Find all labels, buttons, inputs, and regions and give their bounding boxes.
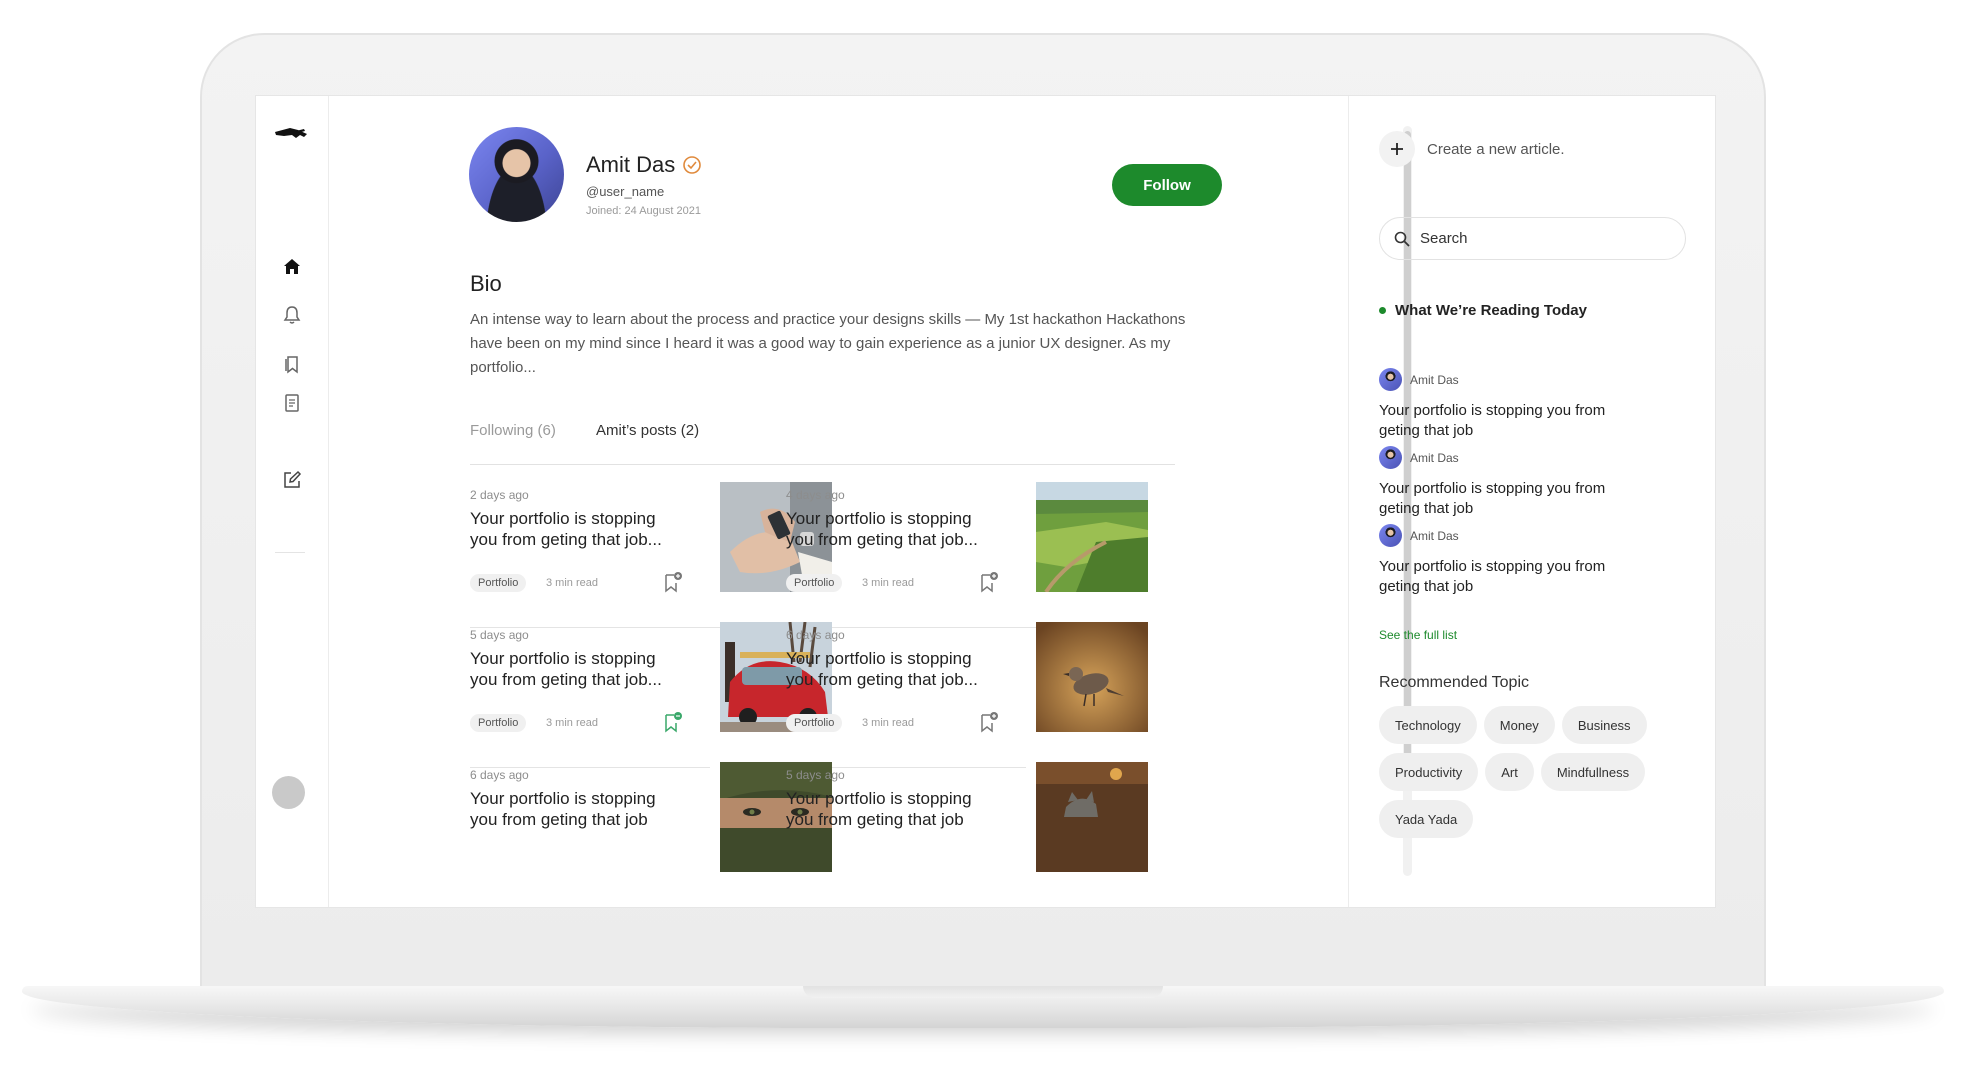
- see-full-list-link[interactable]: See the full list: [1379, 628, 1457, 642]
- reading-title[interactable]: Your portfolio is stopping you from geti…: [1379, 557, 1639, 597]
- profile-main: Amit Das @user_name Joined: 24 August 20…: [329, 96, 1412, 907]
- document-icon[interactable]: [274, 385, 310, 421]
- reading-list-item[interactable]: Amit Das Your portfolio is stopping you …: [1379, 368, 1679, 441]
- profile-handle: @user_name: [586, 184, 665, 199]
- bio-heading: Bio: [470, 271, 502, 296]
- search-input[interactable]: [1420, 230, 1660, 247]
- post-time: 4 days ago: [786, 488, 845, 502]
- reading-author: Amit Das: [1379, 524, 1679, 547]
- post-tag[interactable]: Portfolio: [470, 574, 527, 592]
- post-thumbnail-farmland[interactable]: [1036, 482, 1148, 592]
- author-name: Amit Das: [1410, 450, 1459, 465]
- topic-chip[interactable]: Technology: [1379, 706, 1477, 744]
- post-thumbnail-cat[interactable]: [1036, 762, 1148, 872]
- reading-author: Amit Das: [1379, 368, 1679, 391]
- reading-today-heading: What We’re Reading Today: [1379, 302, 1587, 319]
- reading-author: Amit Das: [1379, 446, 1679, 469]
- post-card[interactable]: 4 days ago Your portfolio is stopping yo…: [786, 482, 1161, 628]
- create-article-button[interactable]: Create a new article.: [1379, 131, 1565, 167]
- green-dot-icon: [1379, 307, 1386, 314]
- post-tag[interactable]: Portfolio: [470, 714, 527, 732]
- post-time: 5 days ago: [786, 768, 845, 782]
- profile-avatar: [469, 127, 564, 222]
- author-name: Amit Das: [1410, 528, 1459, 543]
- right-sidebar: Create a new article. What We’re Reading…: [1348, 96, 1715, 907]
- topic-chips: Technology Money Business Productivity A…: [1379, 706, 1669, 838]
- logo-hand-icon[interactable]: [266, 116, 316, 152]
- bookmarks-icon[interactable]: [274, 346, 310, 382]
- topic-chip[interactable]: Mindfullness: [1540, 753, 1646, 791]
- post-card[interactable]: 6 days ago Your portfolio is stopping yo…: [786, 622, 1161, 768]
- topic-chip[interactable]: Yada Yada: [1379, 800, 1474, 838]
- post-time: 2 days ago: [470, 488, 529, 502]
- author-name: Amit Das: [1410, 372, 1459, 387]
- post-title[interactable]: Your portfolio is stopping you from geti…: [470, 648, 685, 690]
- author-avatar: [1379, 446, 1402, 469]
- follow-button[interactable]: Follow: [1112, 164, 1222, 206]
- profile-tabs: Following (6) Amit’s posts (2): [470, 422, 1175, 465]
- reading-title[interactable]: Your portfolio is stopping you from geti…: [1379, 401, 1639, 441]
- bookmark-add-icon[interactable]: [976, 570, 1000, 594]
- topic-chip[interactable]: Productivity: [1379, 753, 1479, 791]
- post-time: 6 days ago: [786, 628, 845, 642]
- tab-following[interactable]: Following (6): [470, 422, 556, 439]
- post-read-time: 3 min read: [546, 717, 598, 729]
- write-icon[interactable]: [274, 462, 310, 498]
- profile-name: Amit Das: [586, 152, 676, 177]
- create-article-label[interactable]: Create a new article.: [1427, 141, 1565, 158]
- topic-chip[interactable]: Art: [1485, 753, 1534, 791]
- post-title[interactable]: Your portfolio is stopping you from geti…: [470, 788, 685, 830]
- home-icon[interactable]: [274, 248, 310, 284]
- post-title[interactable]: Your portfolio is stopping you from geti…: [786, 508, 1001, 550]
- post-read-time: 3 min read: [862, 717, 914, 729]
- post-tag[interactable]: Portfolio: [786, 714, 843, 732]
- post-title[interactable]: Your portfolio is stopping you from geti…: [470, 508, 685, 550]
- verified-badge-icon: [683, 156, 702, 174]
- bio-text: An intense way to learn about the proces…: [470, 311, 1186, 376]
- post-time: 6 days ago: [470, 768, 529, 782]
- reading-title[interactable]: Your portfolio is stopping you from geti…: [1379, 479, 1639, 519]
- post-tag[interactable]: Portfolio: [786, 574, 843, 592]
- reading-today-title: What We’re Reading Today: [1395, 302, 1587, 319]
- post-title[interactable]: Your portfolio is stopping you from geti…: [786, 648, 1001, 690]
- search-field[interactable]: [1379, 217, 1686, 260]
- post-read-time: 3 min read: [546, 577, 598, 589]
- author-avatar: [1379, 524, 1402, 547]
- bookmark-add-icon[interactable]: [976, 710, 1000, 734]
- author-avatar: [1379, 368, 1402, 391]
- laptop-notch: [803, 986, 1163, 998]
- profile-joined-date: Joined: 24 August 2021: [586, 205, 701, 217]
- post-card[interactable]: 5 days ago Your portfolio is stopping yo…: [786, 762, 1161, 888]
- post-read-time: 3 min read: [862, 577, 914, 589]
- app-screen: Amit Das @user_name Joined: 24 August 20…: [255, 95, 1716, 908]
- rail-divider: [275, 552, 305, 553]
- topic-chip[interactable]: Business: [1561, 706, 1647, 744]
- topic-chip[interactable]: Money: [1483, 706, 1555, 744]
- bell-icon[interactable]: [274, 297, 310, 333]
- reading-list-item[interactable]: Amit Das Your portfolio is stopping you …: [1379, 524, 1679, 597]
- left-nav-rail: [256, 96, 329, 907]
- user-avatar[interactable]: [272, 776, 305, 809]
- bookmark-added-icon[interactable]: [660, 710, 684, 734]
- plus-icon[interactable]: [1379, 131, 1415, 167]
- post-time: 5 days ago: [470, 628, 529, 642]
- search-icon: [1394, 231, 1410, 247]
- recommended-topic-heading: Recommended Topic: [1379, 674, 1530, 691]
- reading-list-item[interactable]: Amit Das Your portfolio is stopping you …: [1379, 446, 1679, 519]
- tab-posts[interactable]: Amit’s posts (2): [596, 422, 699, 439]
- bookmark-add-icon[interactable]: [660, 570, 684, 594]
- profile-name-row: Amit Das: [586, 152, 702, 178]
- post-title[interactable]: Your portfolio is stopping you from geti…: [786, 788, 1001, 830]
- post-thumbnail-bird[interactable]: [1036, 622, 1148, 732]
